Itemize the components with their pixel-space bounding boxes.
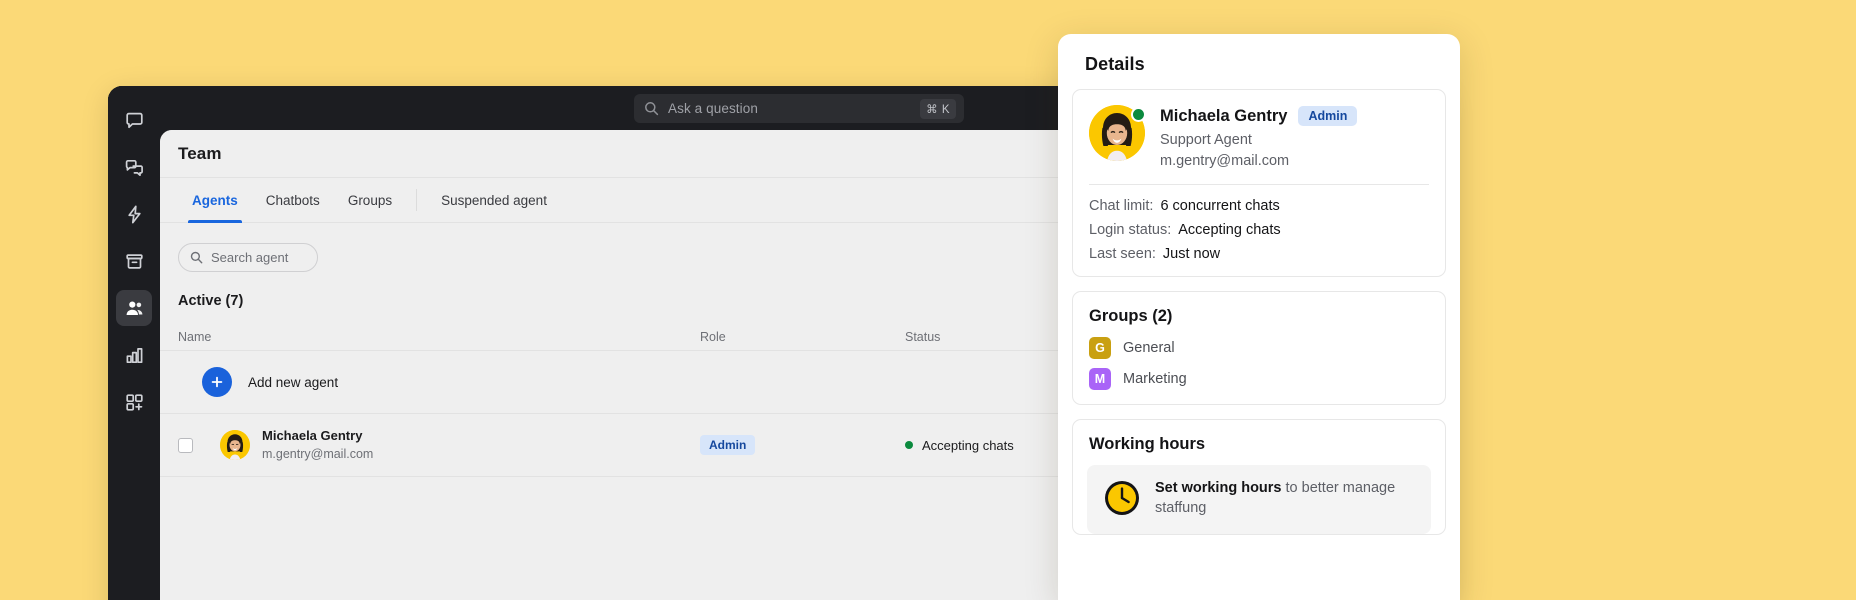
add-new-agent-label: Add new agent [248, 375, 338, 390]
tab-groups[interactable]: Groups [334, 178, 406, 222]
sidebar-rail [108, 86, 160, 600]
detail-value: 6 concurrent chats [1160, 198, 1279, 214]
tab-divider [416, 189, 417, 211]
profile-name: Michaela Gentry [1160, 107, 1287, 126]
search-icon [644, 101, 659, 116]
sidebar-item-chats[interactable] [116, 102, 152, 138]
row-name-text: Michaela Gentry m.gentry@mail.com [262, 427, 373, 464]
groups-title: Groups (2) [1089, 307, 1429, 326]
groups-card: Groups (2) G General M Marketing [1072, 291, 1446, 405]
profile-card: Michaela Gentry Admin Support Agent m.ge… [1072, 89, 1446, 277]
row-agent-email: m.gentry@mail.com [262, 445, 373, 463]
plus-icon[interactable] [202, 367, 232, 397]
search-agent-placeholder: Search agent [211, 250, 288, 265]
profile-info: Michaela Gentry Admin Support Agent m.ge… [1160, 105, 1357, 169]
sidebar-item-team[interactable] [116, 290, 152, 326]
sidebar-item-reports[interactable] [116, 337, 152, 373]
detail-row-last-seen: Last seen: Just now [1089, 246, 1429, 262]
detail-row-chat-limit: Chat limit: 6 concurrent chats [1089, 198, 1429, 214]
detail-label: Last seen: [1089, 246, 1156, 262]
detail-label: Login status: [1089, 222, 1171, 238]
global-search-input[interactable]: Ask a question ⌘ K [634, 94, 964, 123]
profile-role: Support Agent [1160, 132, 1357, 148]
row-role-cell: Admin [700, 435, 905, 455]
detail-row-login-status: Login status: Accepting chats [1089, 222, 1429, 238]
avatar [220, 430, 250, 460]
status-badge: Accepting chats [922, 438, 1014, 453]
row-name-cell: Michaela Gentry m.gentry@mail.com [202, 427, 700, 464]
working-hours-card: Working hours Set working hours to bette… [1072, 419, 1446, 535]
search-agent-input[interactable]: Search agent [178, 243, 318, 272]
sidebar-item-archives[interactable] [116, 243, 152, 279]
working-hours-promo-text: Set working hours to better manage staff… [1155, 479, 1415, 518]
page-title: Team [178, 144, 222, 164]
clock-icon [1103, 479, 1141, 517]
group-initial-icon: G [1089, 337, 1111, 359]
group-initial-icon: M [1089, 368, 1111, 390]
profile-email: m.gentry@mail.com [1160, 153, 1357, 169]
tab-suspended-agent[interactable]: Suspended agent [427, 178, 561, 222]
search-shortcut-badge: ⌘ K [920, 99, 956, 119]
tab-chatbots[interactable]: Chatbots [252, 178, 334, 222]
group-label: Marketing [1123, 371, 1187, 387]
sidebar-item-automation[interactable] [116, 196, 152, 232]
group-label: General [1123, 340, 1175, 356]
presence-online-indicator [1131, 107, 1146, 122]
avatar-wrapper [1089, 105, 1145, 161]
profile-header: Michaela Gentry Admin Support Agent m.ge… [1089, 105, 1429, 169]
column-header-role: Role [700, 330, 905, 344]
sidebar-item-apps[interactable] [116, 384, 152, 420]
detail-value: Just now [1163, 246, 1220, 262]
detail-value: Accepting chats [1178, 222, 1280, 238]
group-item-general[interactable]: G General [1089, 337, 1429, 359]
row-agent-name: Michaela Gentry [262, 427, 373, 446]
sidebar-item-engage[interactable] [116, 149, 152, 185]
tab-chatbots-label: Chatbots [266, 193, 320, 208]
tab-agents-label: Agents [192, 193, 238, 208]
detail-label: Chat limit: [1089, 198, 1153, 214]
working-hours-title: Working hours [1089, 435, 1429, 454]
row-checkbox[interactable] [178, 438, 193, 453]
row-status-cell: Accepting chats [905, 438, 1014, 453]
global-search-placeholder: Ask a question [668, 101, 920, 116]
details-panel: Details [1058, 34, 1460, 600]
role-badge: Admin [700, 435, 755, 455]
search-icon [190, 251, 203, 264]
column-header-name: Name [178, 330, 700, 344]
profile-role-badge: Admin [1298, 106, 1357, 126]
details-title: Details [1072, 50, 1446, 75]
tab-suspended-agent-label: Suspended agent [441, 193, 547, 208]
group-item-marketing[interactable]: M Marketing [1089, 368, 1429, 390]
tab-groups-label: Groups [348, 193, 392, 208]
status-dot-icon [905, 441, 913, 449]
tab-agents[interactable]: Agents [178, 178, 252, 222]
divider [1089, 184, 1429, 185]
row-checkbox-cell [178, 438, 202, 453]
profile-name-row: Michaela Gentry Admin [1160, 106, 1357, 126]
working-hours-promo-strong: Set working hours [1155, 480, 1282, 496]
working-hours-promo: Set working hours to better manage staff… [1087, 465, 1431, 534]
